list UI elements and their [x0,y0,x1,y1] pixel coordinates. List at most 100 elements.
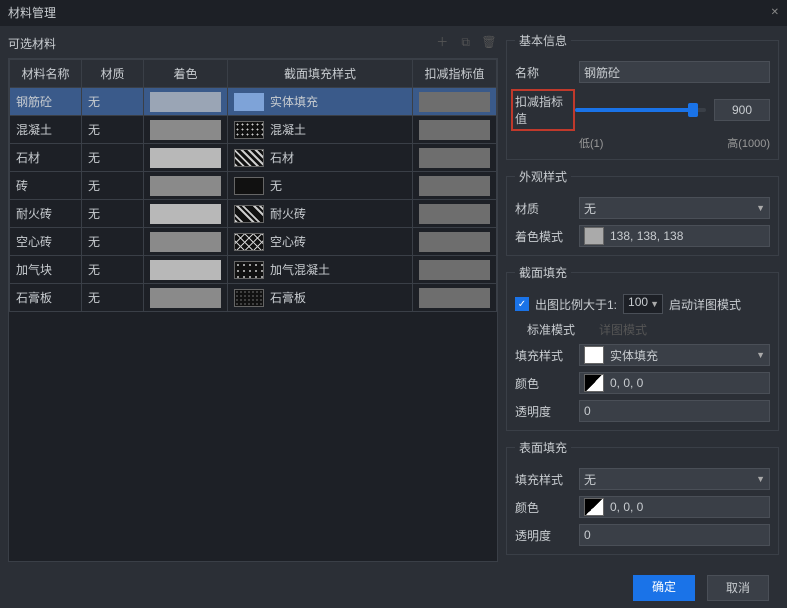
cell-swatch[interactable] [144,200,228,228]
sec-fill-label: 填充样式 [515,347,579,364]
sec-fill-select[interactable]: 实体填充 ▼ [579,344,770,366]
table-row[interactable]: 耐火砖无耐火砖 [10,200,497,228]
cell-swatch[interactable] [144,144,228,172]
fill-swatch-icon [584,346,604,364]
surface-legend: 表面填充 [515,439,571,456]
surf-fill-select[interactable]: 无▼ [579,468,770,490]
color-swatch-icon [584,227,604,245]
cell-reduce[interactable] [413,116,497,144]
cell-name: 石膏板 [10,284,82,312]
surf-opacity-input[interactable] [579,524,770,546]
cell-reduce[interactable] [413,228,497,256]
ratio-select[interactable]: 100▼ [623,294,663,314]
close-icon[interactable]: ✕ [771,0,779,26]
table-row[interactable]: 石膏板无石膏板 [10,284,497,312]
pattern-icon [234,289,264,307]
pattern-icon [234,177,264,195]
tab-standard[interactable]: 标准模式 [527,321,575,338]
tab-detail: 详图模式 [599,321,647,338]
cell-reduce[interactable] [413,256,497,284]
cell-fill[interactable]: 无 [228,172,413,200]
table-row[interactable]: 钢筋砼无实体填充 [10,88,497,116]
sec-color-value[interactable]: 0, 0, 0 [579,372,770,394]
pattern-icon [234,93,264,111]
cell-swatch[interactable] [144,256,228,284]
cell-swatch[interactable] [144,88,228,116]
colormode-value[interactable]: 138, 138, 138 [579,225,770,247]
copy-icon[interactable]: ⧉ [457,35,475,53]
table-row[interactable]: 石材无石材 [10,144,497,172]
mat-select[interactable]: 无▼ [579,197,770,219]
section-legend: 截面填充 [515,264,571,281]
add-icon[interactable]: ＋ [433,33,451,51]
titlebar: 材料管理 ✕ [0,0,787,26]
cell-swatch[interactable] [144,116,228,144]
cell-reduce[interactable] [413,284,497,312]
pattern-icon [234,149,264,167]
cell-swatch[interactable] [144,172,228,200]
table-row[interactable]: 空心砖无空心砖 [10,228,497,256]
pattern-icon [234,121,264,139]
reduce-slider[interactable] [575,108,706,112]
section-fieldset: 截面填充 出图比例大于1: 100▼ 启动详图模式 标准模式 详图模式 填充样式… [506,264,779,431]
cell-fill[interactable]: 石膏板 [228,284,413,312]
ok-button[interactable]: 确定 [633,575,695,601]
cell-mat: 无 [82,200,144,228]
colormode-label: 着色模式 [515,228,579,245]
surf-fill-label: 填充样式 [515,471,579,488]
mat-label: 材质 [515,200,579,217]
cell-mat: 无 [82,256,144,284]
cell-name: 砖 [10,172,82,200]
cell-reduce[interactable] [413,200,497,228]
slider-high: 高(1000) [727,135,770,151]
cell-name: 混凝土 [10,116,82,144]
col-header: 材质 [82,60,144,88]
delete-icon[interactable]: 🗑 [480,35,498,53]
col-header: 着色 [144,60,228,88]
col-header: 扣减指标值 [413,60,497,88]
cell-mat: 无 [82,88,144,116]
reduce-label: 扣减指标值 [511,89,575,131]
table-row[interactable]: 混凝土无混凝土 [10,116,497,144]
cell-fill[interactable]: 空心砖 [228,228,413,256]
cell-reduce[interactable] [413,144,497,172]
pattern-icon [234,261,264,279]
ratio-suffix: 启动详图模式 [669,296,741,313]
appearance-fieldset: 外观样式 材质 无▼ 着色模式 138, 138, 138 [506,168,779,256]
cell-swatch[interactable] [144,228,228,256]
cancel-button[interactable]: 取消 [707,575,769,601]
sec-opacity-input[interactable] [579,400,770,422]
surf-opacity-label: 透明度 [515,527,579,544]
cell-mat: 无 [82,144,144,172]
appearance-legend: 外观样式 [515,168,571,185]
cell-mat: 无 [82,116,144,144]
cell-reduce[interactable] [413,172,497,200]
pattern-icon [234,205,264,223]
name-label: 名称 [515,64,579,81]
cell-mat: 无 [82,172,144,200]
cell-mat: 无 [82,284,144,312]
table-row[interactable]: 砖无无 [10,172,497,200]
cell-fill[interactable]: 加气混凝土 [228,256,413,284]
color-swatch-icon [584,374,604,392]
reduce-value[interactable]: 900 [714,99,770,121]
cell-fill[interactable]: 石材 [228,144,413,172]
cell-fill[interactable]: 耐火砖 [228,200,413,228]
table-row[interactable]: 加气块无加气混凝土 [10,256,497,284]
ratio-checkbox[interactable] [515,297,529,311]
name-input[interactable] [579,61,770,83]
ratio-prefix: 出图比例大于1: [535,296,617,313]
materials-table: 材料名称材质着色截面填充样式扣减指标值 钢筋砼无实体填充混凝土无混凝土石材无石材… [8,58,498,562]
cell-mat: 无 [82,228,144,256]
color-swatch-icon [584,498,604,516]
cell-swatch[interactable] [144,284,228,312]
col-header: 材料名称 [10,60,82,88]
cell-fill[interactable]: 实体填充 [228,88,413,116]
surf-color-value[interactable]: 0, 0, 0 [579,496,770,518]
basic-fieldset: 基本信息 名称 扣减指标值 900 低(1) 高(1000) [506,32,779,160]
cell-name: 耐火砖 [10,200,82,228]
cell-reduce[interactable] [413,88,497,116]
surf-color-label: 颜色 [515,499,579,516]
cell-fill[interactable]: 混凝土 [228,116,413,144]
materials-label: 可选材料 [8,35,56,52]
